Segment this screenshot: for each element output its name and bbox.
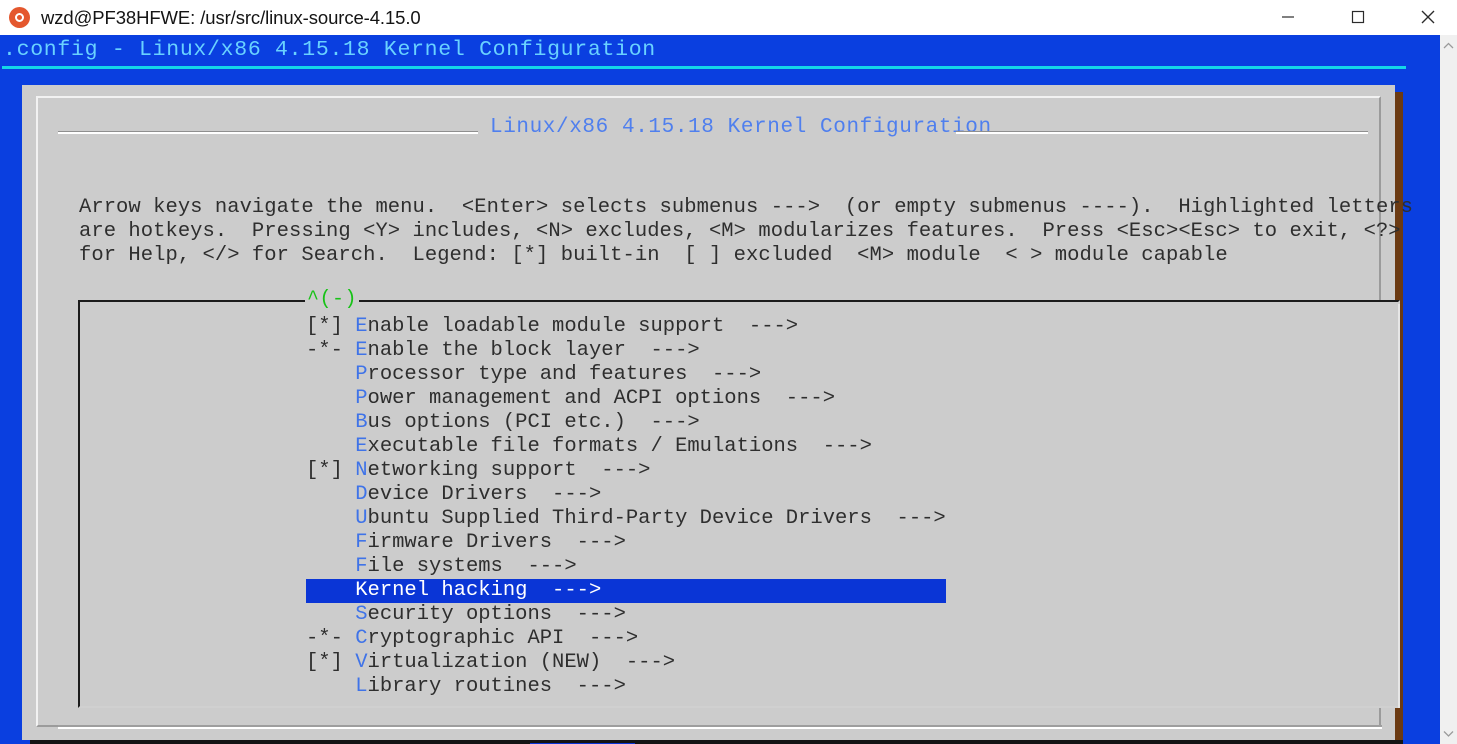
menu-item-label: ryptographic API ---> xyxy=(367,627,639,650)
menu-item-mark: -*- xyxy=(306,339,356,362)
dialog-title: Linux/x86 4.15.18 Kernel Configuration xyxy=(490,116,992,139)
menu-item-hotkey: K xyxy=(355,579,368,602)
minimize-button[interactable] xyxy=(1265,0,1311,33)
menu-item-hotkey: F xyxy=(355,531,368,554)
menu-item-hotkey: E xyxy=(355,339,368,362)
chevron-down-icon[interactable] xyxy=(1440,725,1457,742)
menu-item[interactable]: Ubuntu Supplied Third-Party Device Drive… xyxy=(306,507,946,531)
menu-item-label: ernel hacking ---> xyxy=(367,579,602,602)
menu-item-hotkey: N xyxy=(355,459,368,482)
menu-item-hotkey: B xyxy=(355,411,368,434)
menu-item[interactable]: Power management and ACPI options ---> xyxy=(306,387,946,411)
window-title: wzd@PF38HFWE: /usr/src/linux-source-4.15… xyxy=(41,6,421,28)
menu-item[interactable]: Kernel hacking ---> xyxy=(306,579,946,603)
menu-item-mark xyxy=(306,555,355,578)
menu-item-label: irmware Drivers ---> xyxy=(367,531,626,554)
menu-item-hotkey: U xyxy=(355,507,368,530)
menu-item-hotkey: S xyxy=(355,603,368,626)
menu-box-shadow xyxy=(1398,304,1400,708)
kernel-config-header: .config - Linux/x86 4.15.18 Kernel Confi… xyxy=(3,38,656,62)
menu-item-label: nable the block layer ---> xyxy=(367,339,700,362)
scroll-indicator: ^(-) xyxy=(305,288,360,311)
chevron-up-icon[interactable] xyxy=(1440,37,1457,54)
menu-item[interactable]: File systems ---> xyxy=(306,555,946,579)
menu-item-mark xyxy=(306,387,355,410)
menu-item-mark: [*] xyxy=(306,651,356,674)
menu-item[interactable]: Device Drivers ---> xyxy=(306,483,946,507)
menu-item-hotkey: V xyxy=(355,651,368,674)
menu-item-mark xyxy=(306,603,355,626)
menu-item-hotkey: F xyxy=(355,555,368,578)
menu-item-label: irtualization (NEW) ---> xyxy=(367,651,676,674)
menu-item-mark xyxy=(306,507,355,530)
menu-item[interactable]: [*] Virtualization (NEW) ---> xyxy=(306,651,946,675)
minimize-icon xyxy=(1282,15,1294,18)
close-icon xyxy=(1421,10,1435,23)
menu-item-label: nable loadable module support ---> xyxy=(367,315,799,338)
header-underline xyxy=(2,66,1406,69)
menu-item-hotkey: D xyxy=(355,483,368,506)
menu-item-hotkey: P xyxy=(355,387,368,410)
menu-item-hotkey: L xyxy=(355,675,368,698)
menu-item[interactable]: Firmware Drivers ---> xyxy=(306,531,946,555)
menu-item-label: ecurity options ---> xyxy=(367,603,626,626)
menu-item[interactable]: -*- Enable the block layer ---> xyxy=(306,339,946,363)
dialog-button-row: <Select>< Exit >< Help >< Save >< Load > xyxy=(58,740,1382,744)
maximize-button[interactable] xyxy=(1335,0,1381,33)
title-rule-right xyxy=(956,131,1368,134)
help-text: Arrow keys navigate the menu. <Enter> se… xyxy=(79,196,1414,267)
menu-item-label: ibrary routines ---> xyxy=(367,675,626,698)
menu-item-hotkey: C xyxy=(355,627,368,650)
menu-item-mark xyxy=(306,363,355,386)
menu-item-mark: [*] xyxy=(306,459,356,482)
menu-item-mark xyxy=(306,675,355,698)
menu-item-label: us options (PCI etc.) ---> xyxy=(367,411,700,434)
menu-item-label: etworking support ---> xyxy=(367,459,651,482)
menu-item-mark xyxy=(306,411,355,434)
close-button[interactable] xyxy=(1405,0,1451,33)
menu-item-hotkey: P xyxy=(355,363,368,386)
menu-item-label: xecutable file formats / Emulations ---> xyxy=(367,435,872,458)
menu-item[interactable]: Security options ---> xyxy=(306,603,946,627)
menuconfig-dialog: Linux/x86 4.15.18 Kernel Configuration A… xyxy=(22,85,1413,744)
menu-list[interactable]: [*] Enable loadable module support ---> -… xyxy=(306,315,946,699)
button-separator-light xyxy=(58,727,1382,729)
menu-item-mark xyxy=(306,579,355,602)
page-scrollbar[interactable] xyxy=(1440,35,1457,744)
terminal-area[interactable]: .config - Linux/x86 4.15.18 Kernel Confi… xyxy=(0,35,1440,744)
menu-item-label: buntu Supplied Third-Party Device Driver… xyxy=(367,507,946,530)
ubuntu-icon xyxy=(9,7,30,28)
window-titlebar: wzd@PF38HFWE: /usr/src/linux-source-4.15… xyxy=(0,0,1457,35)
menu-item-mark: [*] xyxy=(306,315,356,338)
menu-item[interactable]: Bus options (PCI etc.) ---> xyxy=(306,411,946,435)
menu-item[interactable]: -*- Cryptographic API ---> xyxy=(306,627,946,651)
maximize-icon xyxy=(1351,10,1365,23)
menu-item-mark xyxy=(306,483,355,506)
menu-item-mark xyxy=(306,435,355,458)
menu-item[interactable]: Executable file formats / Emulations ---… xyxy=(306,435,946,459)
menu-item-label: evice Drivers ---> xyxy=(367,483,602,506)
menu-item[interactable]: Library routines ---> xyxy=(306,675,946,699)
menu-item-hotkey: E xyxy=(355,435,368,458)
menu-item-label: ile systems ---> xyxy=(367,555,577,578)
menu-item-hotkey: E xyxy=(355,315,368,338)
menu-item[interactable]: [*] Enable loadable module support ---> xyxy=(306,315,946,339)
menu-item[interactable]: Processor type and features ---> xyxy=(306,363,946,387)
menu-item-mark xyxy=(306,531,355,554)
menu-item-mark: -*- xyxy=(306,627,356,650)
title-rule-left xyxy=(58,131,478,134)
menu-item[interactable]: [*] Networking support ---> xyxy=(306,459,946,483)
menu-item-label: rocessor type and features ---> xyxy=(367,363,762,386)
menu-item-label: ower management and ACPI options ---> xyxy=(367,387,836,410)
dialog-titlebar: Linux/x86 4.15.18 Kernel Configuration xyxy=(58,116,1368,143)
